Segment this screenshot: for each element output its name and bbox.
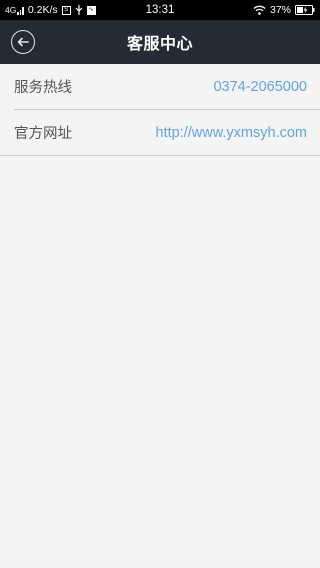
battery-percent: 37% xyxy=(269,4,291,16)
network-type: 4G xyxy=(5,5,17,15)
website-link[interactable]: http://www.yxmsyh.com xyxy=(156,125,307,141)
hotline-label: 服务热线 xyxy=(14,80,72,96)
status-right: 37% xyxy=(253,4,315,16)
back-arrow-icon xyxy=(17,37,29,47)
wifi-icon xyxy=(253,5,266,15)
hotline-row: 服务热线 0374-2065000 xyxy=(14,64,320,110)
website-row: 官方网址 http://www.yxmsyh.com xyxy=(0,110,320,156)
battery-charging-icon xyxy=(295,5,315,15)
sim-icon: S xyxy=(61,5,71,15)
nav-bar: 客服中心 xyxy=(0,20,320,64)
website-label: 官方网址 xyxy=(14,126,72,142)
page-title: 客服中心 xyxy=(126,34,193,53)
status-left: 4G 0.2K/s S ∿ xyxy=(5,4,253,16)
hotline-phone-link[interactable]: 0374-2065000 xyxy=(213,79,307,95)
network-speed: 0.2K/s xyxy=(27,4,58,16)
signal-bars-icon xyxy=(17,7,24,15)
notification-app-icon: ∿ xyxy=(86,5,96,15)
status-bar: 4G 0.2K/s S ∿ 13:31 37% xyxy=(0,0,320,20)
back-button[interactable] xyxy=(11,30,35,54)
content-area: 服务热线 0374-2065000 官方网址 http://www.yxmsyh… xyxy=(0,64,320,568)
usb-icon xyxy=(75,5,83,15)
network-indicator: 4G xyxy=(5,5,24,15)
